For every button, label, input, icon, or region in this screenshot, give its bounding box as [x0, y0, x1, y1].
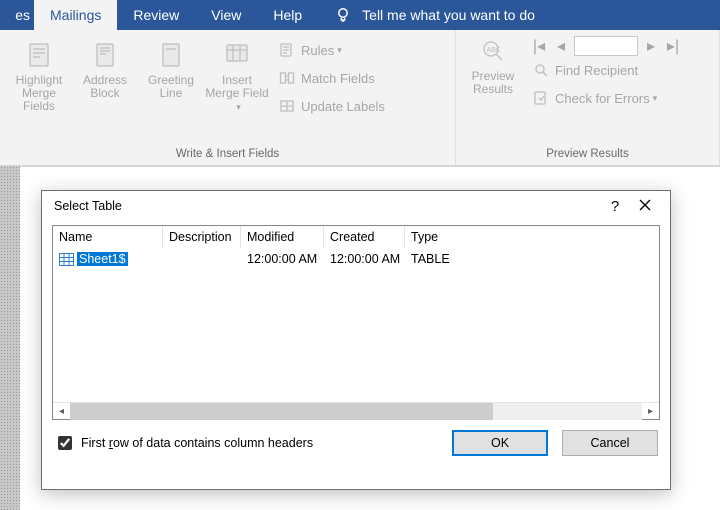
check-errors-label: Check for Errors	[555, 91, 650, 106]
horizontal-scrollbar[interactable]: ◂ ▸	[53, 402, 659, 419]
close-icon	[639, 199, 651, 211]
find-recipient-button[interactable]: Find Recipient	[528, 58, 684, 82]
group-label-write-insert: Write & Insert Fields	[0, 145, 455, 165]
select-table-dialog: Select Table ? Name Description Modified…	[41, 190, 671, 490]
first-row-headers-label: First row of data contains column header…	[81, 436, 313, 450]
tell-me-search[interactable]: Tell me what you want to do	[334, 0, 535, 30]
rules-label: Rules	[301, 43, 334, 58]
preview-results-label: Preview Results	[462, 70, 524, 96]
find-recipient-label: Find Recipient	[555, 63, 638, 78]
record-number-field[interactable]	[574, 36, 638, 56]
document-gutter	[0, 166, 20, 510]
tab-review[interactable]: Review	[117, 0, 195, 30]
insert-merge-icon	[220, 38, 254, 72]
dialog-title: Select Table	[54, 199, 600, 213]
match-fields-button[interactable]: Match Fields	[274, 66, 389, 90]
address-block-label: Address Block	[72, 74, 138, 100]
cell-created: 12:00:00 AM	[324, 252, 405, 266]
cell-type: TABLE	[405, 252, 659, 266]
rules-button[interactable]: Rules▾	[274, 38, 389, 62]
check-errors-icon	[532, 89, 550, 107]
col-modified[interactable]: Modified	[241, 226, 324, 248]
dialog-help-button[interactable]: ?	[600, 198, 630, 215]
highlight-label: Highlight Merge Fields	[6, 74, 72, 113]
tell-me-label: Tell me what you want to do	[362, 7, 535, 23]
sheet-icon	[59, 253, 74, 266]
address-block-icon	[88, 38, 122, 72]
group-label-preview: Preview Results	[456, 145, 719, 165]
chevron-down-icon: ▾	[653, 93, 658, 104]
scroll-thumb[interactable]	[70, 403, 493, 420]
tab-mailings[interactable]: Mailings	[34, 0, 117, 30]
group-preview-results: ABC Preview Results |◂ ◂ ▸ ▸|	[456, 30, 720, 165]
dialog-close-button[interactable]	[630, 198, 660, 215]
scroll-right-button[interactable]: ▸	[642, 403, 659, 420]
scroll-track[interactable]	[70, 403, 642, 420]
group-write-insert: Highlight Merge Fields Address Block Gre…	[0, 30, 456, 165]
ok-button[interactable]: OK	[452, 430, 548, 456]
table-list[interactable]: Name Description Modified Created Type S…	[52, 225, 660, 420]
ribbon-tabstrip: es Mailings Review View Help Tell me wha…	[0, 0, 720, 30]
last-record-button[interactable]: ▸|	[664, 37, 682, 55]
insert-merge-label: Insert Merge Field ▾	[204, 74, 270, 114]
col-name[interactable]: Name	[53, 226, 163, 248]
tab-partial-left: es	[0, 0, 34, 30]
greeting-line-label: Greeting Line	[138, 74, 204, 100]
cancel-button[interactable]: Cancel	[562, 430, 658, 456]
greeting-line-button[interactable]: Greeting Line	[138, 34, 204, 100]
address-block-button[interactable]: Address Block	[72, 34, 138, 100]
cell-name: Sheet1$	[77, 252, 128, 266]
insert-merge-field-button[interactable]: Insert Merge Field ▾	[204, 34, 270, 114]
ribbon-body: Highlight Merge Fields Address Block Gre…	[0, 30, 720, 166]
col-created[interactable]: Created	[324, 226, 405, 248]
preview-results-icon: ABC	[476, 34, 510, 68]
preview-results-button[interactable]: ABC Preview Results	[462, 30, 524, 110]
check-errors-button[interactable]: Check for Errors▾	[528, 86, 684, 110]
col-description[interactable]: Description	[163, 226, 241, 248]
update-labels-button[interactable]: Update Labels	[274, 94, 389, 118]
chevron-down-icon: ▾	[337, 45, 342, 56]
table-header-row: Name Description Modified Created Type	[53, 226, 659, 248]
next-record-button[interactable]: ▸	[642, 37, 660, 55]
match-fields-icon	[278, 69, 296, 87]
table-row[interactable]: Sheet1$ 12:00:00 AM 12:00:00 AM TABLE	[53, 248, 659, 268]
tab-view[interactable]: View	[195, 0, 257, 30]
tab-help[interactable]: Help	[257, 0, 318, 30]
highlight-merge-fields-button[interactable]: Highlight Merge Fields	[6, 34, 72, 113]
highlight-icon	[22, 38, 56, 72]
lightbulb-icon	[334, 6, 352, 24]
chevron-down-icon: ▾	[236, 102, 241, 112]
match-fields-label: Match Fields	[301, 71, 375, 86]
prev-record-button[interactable]: ◂	[552, 37, 570, 55]
update-labels-icon	[278, 97, 296, 115]
search-icon	[532, 61, 550, 79]
greeting-line-icon	[154, 38, 188, 72]
first-record-button[interactable]: |◂	[530, 37, 548, 55]
first-row-headers-input[interactable]	[58, 436, 72, 450]
cell-modified: 12:00:00 AM	[241, 252, 324, 266]
col-type[interactable]: Type	[405, 226, 659, 248]
update-labels-label: Update Labels	[301, 99, 385, 114]
svg-text:ABC: ABC	[487, 47, 501, 54]
first-row-headers-checkbox[interactable]: First row of data contains column header…	[54, 433, 313, 453]
rules-icon	[278, 41, 296, 59]
scroll-left-button[interactable]: ◂	[53, 403, 70, 420]
